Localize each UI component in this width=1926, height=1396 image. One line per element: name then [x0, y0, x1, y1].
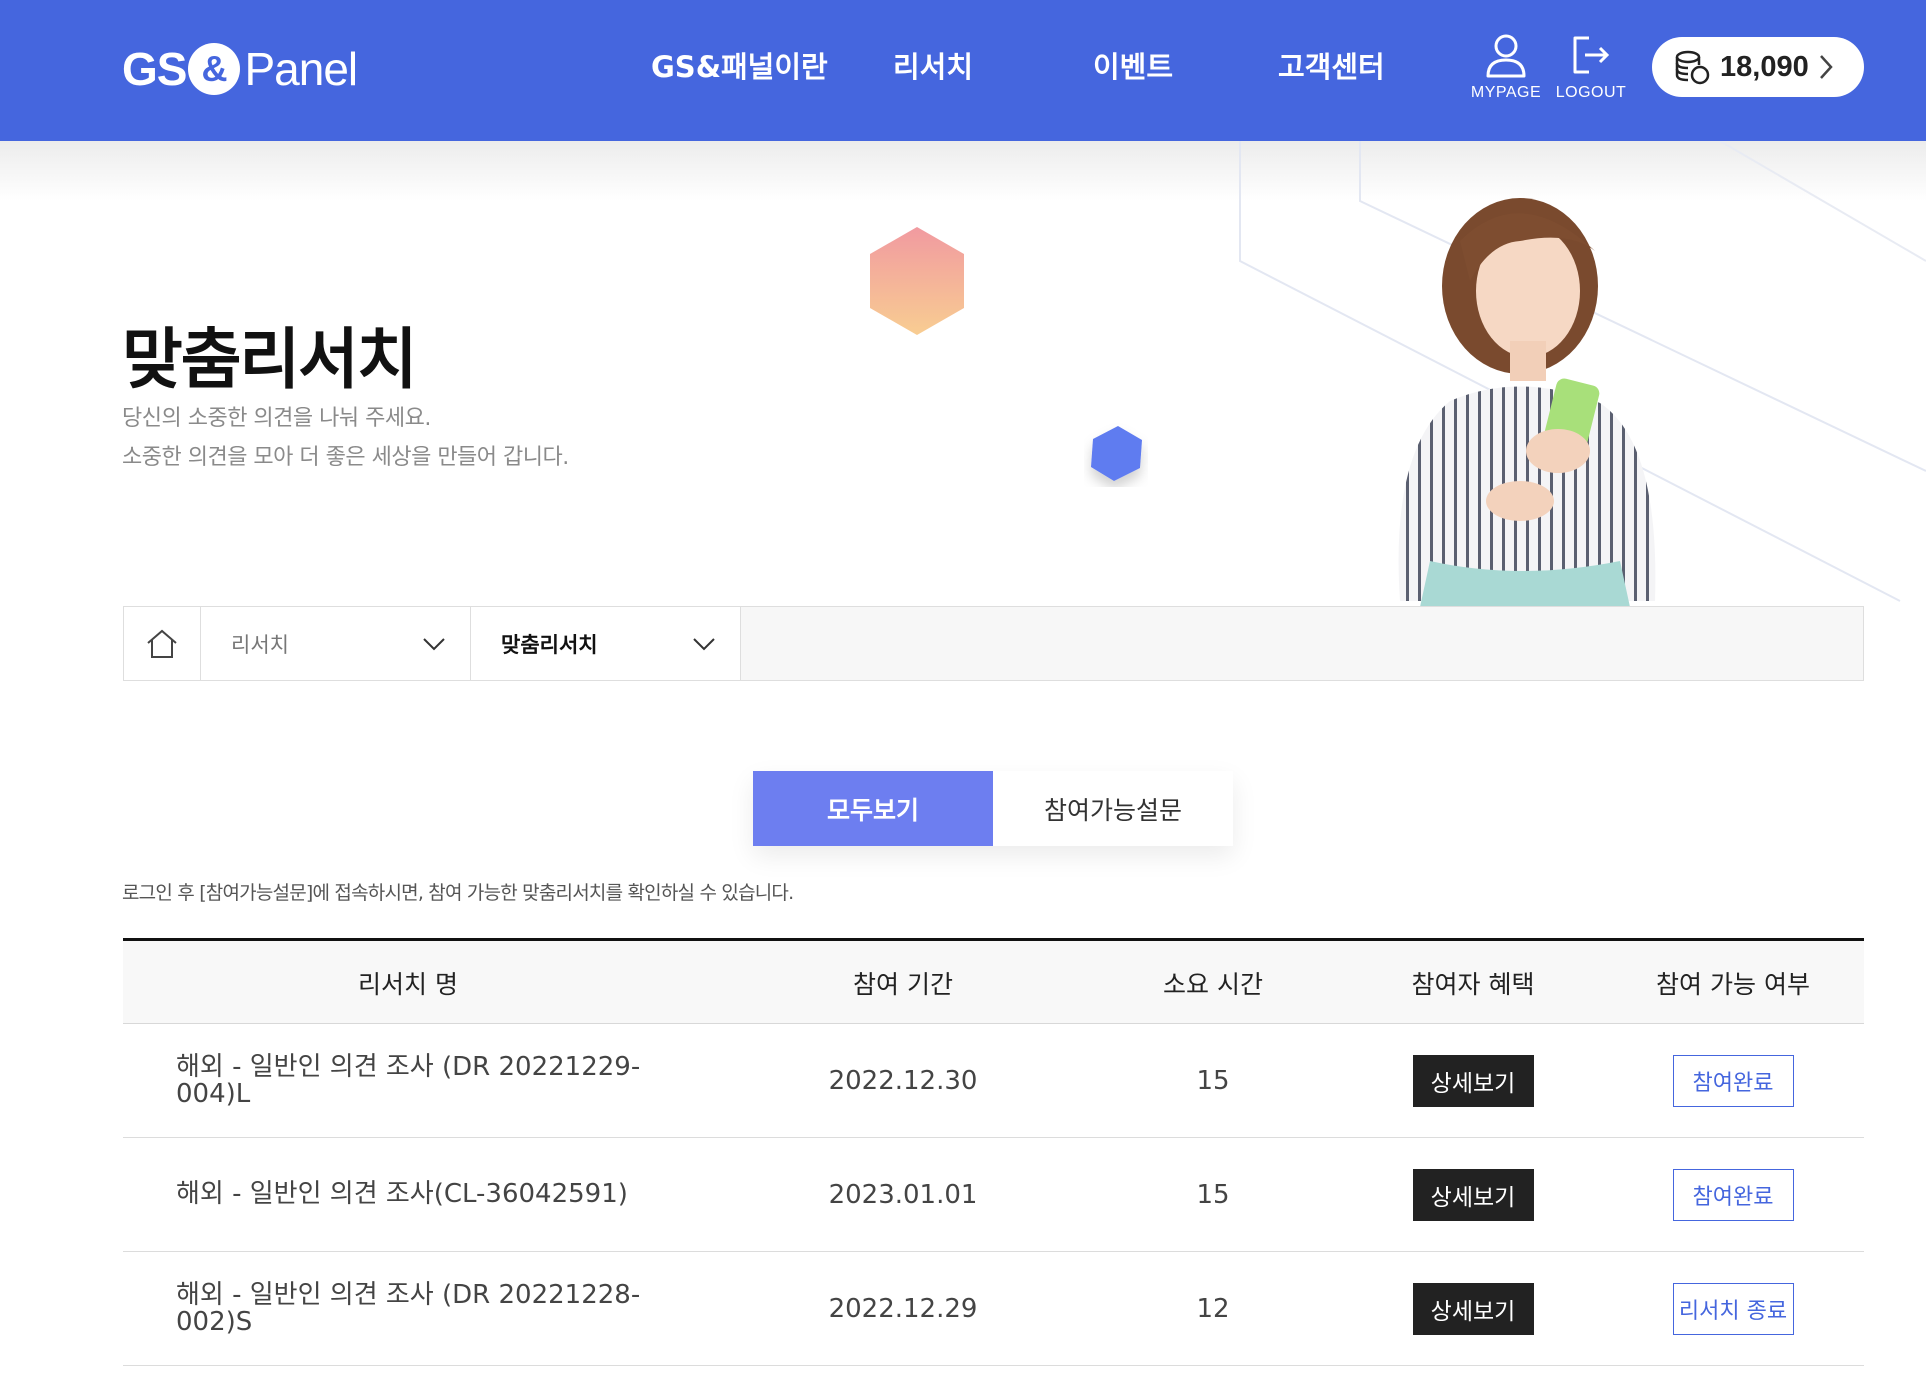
research-table: 리서치 명 참여 기간 소요 시간 참여자 혜택 참여 가능 여부 해외 - 일… — [123, 938, 1864, 1366]
home-icon — [147, 629, 177, 658]
status-badge[interactable]: 참여완료 — [1672, 1054, 1794, 1107]
detail-button[interactable]: 상세보기 — [1412, 1282, 1534, 1335]
research-name: 해외 - 일반인 의견 조사 (DR 20221228-002)S — [123, 1252, 773, 1365]
research-name-text: 해외 - 일반인 의견 조사 (DR 20221228-002)S — [176, 1279, 641, 1337]
research-time: 15 — [1196, 1179, 1230, 1210]
breadcrumb-level2-label: 맞춤리서치 — [501, 632, 598, 657]
logo-panel-text: Panel — [244, 43, 358, 95]
breadcrumb-select-custom-research[interactable]: 맞춤리서치 — [471, 607, 741, 680]
subtitle-line-2: 소중한 의견을 모아 더 좋은 세상을 만들어 갑니다. — [122, 445, 569, 470]
nav-item-research[interactable]: 리서치 — [893, 44, 973, 86]
login-notice: 로그인 후 [참여가능설문]에 접속하시면, 참여 가능한 맞춤리서치를 확인하… — [122, 882, 794, 904]
logo-gs-text: GS — [122, 43, 187, 95]
points-value: 18,090 — [1720, 50, 1809, 83]
tab-view-all[interactable]: 모두보기 — [753, 771, 993, 846]
hero-section: 맞춤리서치 당신의 소중한 의견을 나눠 주세요. 소중한 의견을 모아 더 좋… — [0, 141, 1926, 607]
research-period: 2023.01.01 — [828, 1179, 978, 1210]
column-header-period: 참여 기간 — [853, 969, 953, 999]
chevron-down-icon — [693, 637, 715, 650]
research-name: 해외 - 일반인 의견 조사 (DR 20221229-004)L — [123, 1024, 773, 1137]
subtitle-line-1: 당신의 소중한 의견을 나눠 주세요. — [122, 406, 431, 431]
chevron-right-icon — [1819, 55, 1833, 79]
research-period: 2022.12.30 — [828, 1065, 978, 1096]
column-header-availability: 참여 가능 여부 — [1656, 969, 1810, 999]
breadcrumb-level1-label: 리서치 — [231, 632, 289, 657]
table-row[interactable]: 해외 - 일반인 의견 조사(CL-36042591) 2023.01.01 1… — [123, 1138, 1864, 1252]
logout-label: LOGOUT — [1555, 84, 1627, 101]
page-title: 맞춤리서치 — [122, 321, 418, 398]
page-subtitle: 당신의 소중한 의견을 나눠 주세요. 소중한 의견을 모아 더 좋은 세상을 … — [122, 399, 569, 477]
research-name-text: 해외 - 일반인 의견 조사(CL-36042591) — [176, 1179, 628, 1209]
table-header: 리서치 명 참여 기간 소요 시간 참여자 혜택 참여 가능 여부 — [123, 938, 1864, 1024]
status-badge[interactable]: 리서치 종료 — [1672, 1282, 1794, 1335]
table-row[interactable]: 해외 - 일반인 의견 조사 (DR 20221228-002)S 2022.1… — [123, 1252, 1864, 1366]
mypage-link[interactable]: MYPAGE — [1461, 32, 1551, 102]
status-badge[interactable]: 참여완료 — [1672, 1168, 1794, 1221]
tab-available-surveys[interactable]: 참여가능설문 — [993, 771, 1233, 846]
research-time: 15 — [1196, 1065, 1230, 1096]
detail-button[interactable]: 상세보기 — [1412, 1054, 1534, 1107]
coins-icon — [1675, 50, 1710, 85]
column-header-benefit: 참여자 혜택 — [1411, 969, 1535, 999]
column-header-name: 리서치 명 — [358, 969, 458, 999]
benefit-cell: 상세보기 — [1343, 1024, 1603, 1137]
logout-icon — [1573, 36, 1610, 74]
chevron-down-icon — [423, 637, 445, 650]
status-cell: 참여완료 — [1603, 1138, 1863, 1251]
research-period: 2022.12.29 — [828, 1293, 978, 1324]
coral-hexagon — [870, 227, 964, 335]
benefit-cell: 상세보기 — [1343, 1138, 1603, 1251]
breadcrumb-home[interactable] — [124, 607, 201, 680]
status-cell: 참여완료 — [1603, 1024, 1863, 1137]
gs-panel-logo[interactable]: GS & Panel — [122, 42, 358, 96]
research-time: 12 — [1196, 1293, 1230, 1324]
nav-item-about[interactable]: GS&패널이란 — [651, 44, 828, 86]
breadcrumb-select-research[interactable]: 리서치 — [201, 607, 471, 680]
blue-hexagon — [1091, 426, 1142, 481]
column-header-time: 소요 시간 — [1163, 969, 1263, 999]
research-name: 해외 - 일반인 의견 조사(CL-36042591) — [123, 1138, 773, 1251]
logout-link[interactable]: LOGOUT — [1546, 32, 1636, 102]
user-icon — [1486, 34, 1526, 78]
points-button[interactable]: 18,090 — [1652, 37, 1864, 97]
research-name-text: 해외 - 일반인 의견 조사 (DR 20221229-004)L — [176, 1051, 641, 1109]
nav-item-event[interactable]: 이벤트 — [1093, 44, 1173, 86]
table-row[interactable]: 해외 - 일반인 의견 조사 (DR 20221229-004)L 2022.1… — [123, 1024, 1864, 1138]
nav-item-customer-center[interactable]: 고객센터 — [1278, 44, 1385, 86]
woman-with-phone-illustration — [1398, 198, 1656, 607]
breadcrumb: 리서치 맞춤리서치 — [123, 606, 1864, 681]
detail-button[interactable]: 상세보기 — [1412, 1168, 1534, 1221]
filter-tabs: 모두보기 참여가능설문 — [753, 771, 1233, 846]
logo-amp-badge: & — [188, 43, 241, 95]
mypage-label: MYPAGE — [1470, 84, 1542, 101]
site-header: GS & Panel GS&패널이란 리서치 이벤트 고객센터 MYPAGE L… — [0, 0, 1926, 141]
benefit-cell: 상세보기 — [1343, 1252, 1603, 1365]
status-cell: 리서치 종료 — [1603, 1252, 1863, 1365]
